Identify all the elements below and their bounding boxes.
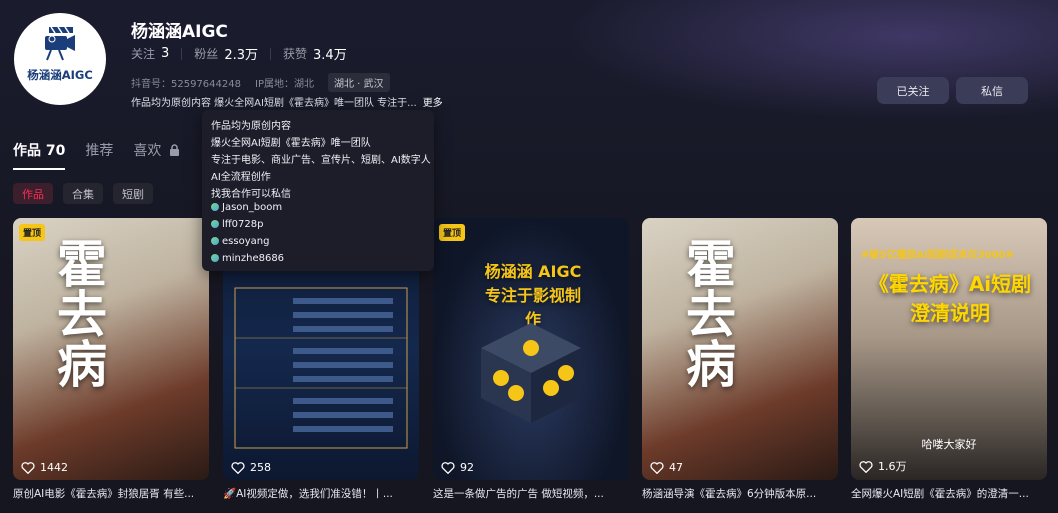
bio-short: 作品均为原创内容 爆火全网AI短剧《霍去病》唯一团队 专注于... (131, 98, 417, 109)
video-caption[interactable]: 🚀AI视频定做，选我们准没错！丨... (223, 486, 419, 501)
like-count: 258 (231, 461, 271, 474)
message-button[interactable]: 私信 (956, 77, 1028, 104)
avatar[interactable]: 杨涵涵AIGC (14, 13, 106, 105)
like-count: 1.6万 (859, 458, 907, 474)
stat-label-followers: 粉丝 (194, 47, 219, 61)
profile-meta: 抖音号：52597644248 IP属地：湖北 湖北 · 武汉 (131, 73, 404, 92)
video-card[interactable]: #破5亿播放AI短剧成本仅3000# 《霍去病》Ai短剧 澄清说明 哈喽大家好 … (851, 218, 1047, 480)
stat-label-likes: 获赞 (283, 47, 308, 61)
followed-button[interactable]: 已关注 (877, 77, 949, 104)
contact-item[interactable]: minzhe8686 (211, 253, 284, 264)
bio-popup: 作品均为原创内容 爆火全网AI短剧《霍去病》唯一团队 专注于电影、商业广告、宣传… (202, 110, 434, 271)
tab-active-indicator (13, 168, 65, 170)
contact-id: essoyang (222, 236, 270, 247)
video-caption[interactable]: 杨涵涵导演《霍去病》6分钟版本原... (642, 486, 838, 501)
bio-popup-line: AI全流程创作 (211, 172, 271, 183)
location-tag: 湖北 · 武汉 (327, 73, 390, 92)
bio-popup-line: 专注于电影、商业广告、宣传片、短剧、AI数字人 (211, 155, 431, 166)
heart-icon (231, 462, 245, 474)
tab-recommend[interactable]: 推荐 (85, 140, 113, 160)
card-overlay-title: 霍去病 (678, 238, 736, 388)
video-caption[interactable]: 原创AI电影《霍去病》封狼居胥 有些... (13, 486, 209, 501)
card-subtitle: 哈喽大家好 (921, 438, 977, 451)
video-card[interactable]: 置顶 霍去病 1442 (13, 218, 209, 480)
bio-popup-line: 作品均为原创内容 (211, 121, 291, 132)
stat-value-following[interactable]: 3 (161, 46, 169, 61)
contact-id: minzhe8686 (222, 253, 285, 264)
content-tabs: 作品 70 推荐 喜欢 (13, 140, 200, 160)
tab-likes-label: 喜欢 (133, 143, 162, 159)
heart-icon (21, 462, 35, 474)
contact-id: Jason_boom (222, 202, 283, 213)
contact-item[interactable]: Jason_boom (211, 202, 282, 213)
card-overlay-title: 《霍去病》Ai短剧 澄清说明 (868, 272, 1032, 325)
bio-popup-line: 找我合作可以私信 (211, 189, 291, 200)
contact-id: lff0728p (222, 219, 264, 230)
heart-icon (650, 462, 664, 474)
like-count-value: 92 (460, 461, 474, 474)
stat-value-followers[interactable]: 2.3万 (224, 44, 258, 63)
video-caption[interactable]: 全网爆火AI短剧《霍去病》的澄清一... (851, 486, 1047, 501)
stat-divider (270, 47, 271, 60)
contact-item[interactable]: essoyang (211, 236, 269, 247)
profile-name: 杨涵涵AIGC (131, 22, 228, 42)
bio-text: 作品均为原创内容 爆火全网AI短剧《霍去病》唯一团队 专注于... 更多 (131, 94, 443, 109)
chip-collections[interactable]: 合集 (63, 183, 103, 204)
card-overlay-title: 霍去病 (49, 238, 107, 388)
wechat-icon (211, 254, 219, 262)
like-count-value: 1442 (40, 461, 68, 474)
filter-chips: 作品 合集 短剧 (13, 183, 163, 204)
avatar-text: 杨涵涵AIGC (27, 68, 93, 82)
like-count-value: 47 (669, 461, 683, 474)
wechat-icon (211, 203, 219, 211)
profile-stats: 关注 3 粉丝 2.3万 获赞 3.4万 (131, 44, 347, 63)
bio-popup-line: 爆火全网AI短剧《霍去病》唯一团队 (211, 138, 371, 149)
camera-logo-icon (45, 26, 75, 61)
wechat-icon (211, 220, 219, 228)
video-card[interactable]: 霍去病 47 (642, 218, 838, 480)
stat-label-following: 关注 (131, 47, 156, 61)
contact-item[interactable]: lff0728p (211, 219, 263, 230)
stat-value-likes: 3.4万 (313, 48, 347, 63)
like-count-value: 1.6万 (878, 460, 907, 473)
wechat-icon (211, 237, 219, 245)
tab-likes[interactable]: 喜欢 (133, 140, 179, 160)
video-caption[interactable]: 这是一条做广告的广告 做短视频，... (433, 486, 629, 501)
video-card[interactable]: 置顶 杨涵涵 AIGC 专注于影视制作 92 (433, 218, 629, 480)
bio-more-link[interactable]: 更多 (423, 98, 443, 109)
chip-short-drama[interactable]: 短剧 (113, 183, 153, 204)
like-count: 92 (441, 461, 474, 474)
cube-art (481, 323, 581, 423)
chip-works[interactable]: 作品 (13, 183, 53, 204)
pinned-badge: 置顶 (19, 224, 46, 241)
pinned-badge: 置顶 (439, 224, 466, 241)
lock-icon (169, 144, 179, 156)
tab-works[interactable]: 作品 70 (13, 140, 65, 160)
douyin-id: 抖音号：52597644248 (131, 79, 241, 90)
like-count: 47 (650, 461, 683, 474)
like-count: 1442 (21, 461, 68, 474)
card-banner: #破5亿播放AI短剧成本仅3000# (861, 250, 1015, 261)
stat-divider (181, 47, 183, 60)
heart-icon (859, 460, 873, 473)
heart-icon (441, 462, 455, 474)
like-count-value: 258 (250, 461, 271, 474)
ip-location: IP属地：湖北 (255, 79, 314, 90)
